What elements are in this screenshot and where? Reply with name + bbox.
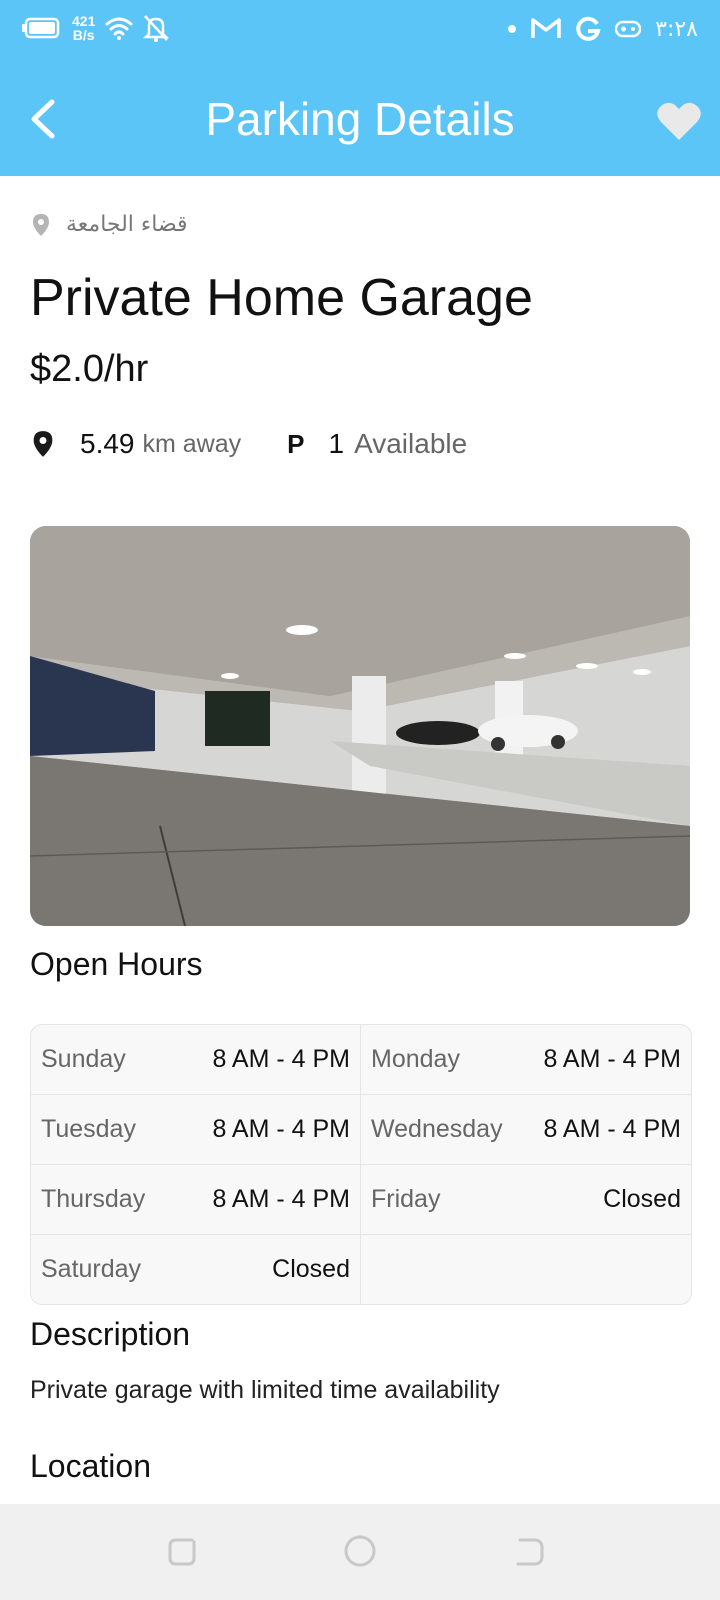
open-hours-title: Open Hours [30, 946, 203, 982]
day-label: Tuesday [41, 1115, 136, 1143]
hours-value: 8 AM - 4 PM [212, 1115, 350, 1143]
hours-value: 8 AM - 4 PM [543, 1115, 681, 1143]
game-icon [615, 20, 642, 38]
system-nav-bar [0, 1504, 720, 1600]
app-bar: Parking Details [0, 64, 720, 176]
status-bar: 421 B/s ٣:٢٨ [0, 0, 720, 64]
hours-value: Closed [603, 1185, 681, 1213]
parking-p-icon: P [287, 428, 305, 459]
day-label: Sunday [41, 1045, 126, 1073]
parking-meta: 5.49 km away P 1 Available [30, 428, 467, 460]
distance-value: 5.49 [80, 428, 135, 459]
home-icon [344, 1535, 376, 1567]
day-label: Wednesday [371, 1115, 503, 1143]
page-title: Parking Details [205, 93, 515, 145]
day-label: Saturday [41, 1255, 142, 1283]
google-icon [576, 16, 601, 41]
home-button[interactable] [343, 1534, 377, 1568]
location-title: Location [30, 1448, 151, 1484]
net-speed-value: 421 [72, 13, 96, 29]
favorite-button[interactable] [656, 100, 706, 146]
garage-image [30, 526, 690, 926]
hours-cell: Sunday 8 AM - 4 PM [31, 1025, 360, 1094]
heart-icon [657, 102, 701, 140]
hours-cell-empty [360, 1235, 691, 1304]
gmail-icon [531, 18, 561, 38]
parking-name: Private Home Garage [30, 269, 533, 327]
hours-row: Sunday 8 AM - 4 PM Monday 8 AM - 4 PM [31, 1025, 691, 1095]
battery-icon [22, 17, 60, 39]
back-nav-icon [516, 1538, 544, 1566]
open-hours-table: Sunday 8 AM - 4 PM Monday 8 AM - 4 PM Tu… [30, 1024, 692, 1305]
location-name: قضاء الجامعة [66, 212, 188, 237]
parking-price: $2.0/hr [30, 348, 149, 390]
net-speed: 421 B/s [72, 14, 95, 42]
hours-value: 8 AM - 4 PM [212, 1045, 350, 1073]
location-line: قضاء الجامعة [30, 212, 188, 237]
hours-cell: Wednesday 8 AM - 4 PM [360, 1095, 691, 1164]
recents-icon [168, 1538, 196, 1566]
hours-value: 8 AM - 4 PM [212, 1185, 350, 1213]
hours-cell: Friday Closed [360, 1165, 691, 1234]
net-speed-unit: B/s [72, 27, 95, 43]
dot-icon [508, 25, 517, 33]
status-left: 421 B/s [22, 14, 170, 42]
bell-off-icon [143, 15, 170, 42]
garage-photo [30, 526, 690, 926]
hours-cell: Thursday 8 AM - 4 PM [31, 1165, 360, 1234]
hours-row: Saturday Closed [31, 1235, 691, 1304]
available-count: 1 [328, 428, 345, 459]
day-label: Monday [371, 1045, 460, 1073]
location-pin-icon [33, 431, 53, 457]
day-label: Thursday [41, 1185, 146, 1213]
description-text: Private garage with limited time availab… [30, 1376, 500, 1404]
hours-cell: Monday 8 AM - 4 PM [360, 1025, 691, 1094]
day-label: Friday [371, 1185, 441, 1213]
hours-cell: Tuesday 8 AM - 4 PM [31, 1095, 360, 1164]
hours-row: Tuesday 8 AM - 4 PM Wednesday 8 AM - 4 P… [31, 1095, 691, 1165]
recents-button[interactable] [166, 1534, 200, 1568]
back-nav-button[interactable] [512, 1534, 546, 1568]
description-title: Description [30, 1316, 191, 1352]
distance-unit: km away [142, 429, 242, 458]
hours-row: Thursday 8 AM - 4 PM Friday Closed [31, 1165, 691, 1235]
hours-value: 8 AM - 4 PM [543, 1045, 681, 1073]
available-label: Available [354, 428, 468, 459]
clock: ٣:٢٨ [655, 16, 698, 42]
location-pin-icon [33, 213, 49, 236]
status-right: ٣:٢٨ [507, 16, 698, 42]
wifi-icon [105, 17, 133, 40]
hours-cell: Saturday Closed [31, 1235, 360, 1304]
hours-value: Closed [272, 1255, 350, 1283]
